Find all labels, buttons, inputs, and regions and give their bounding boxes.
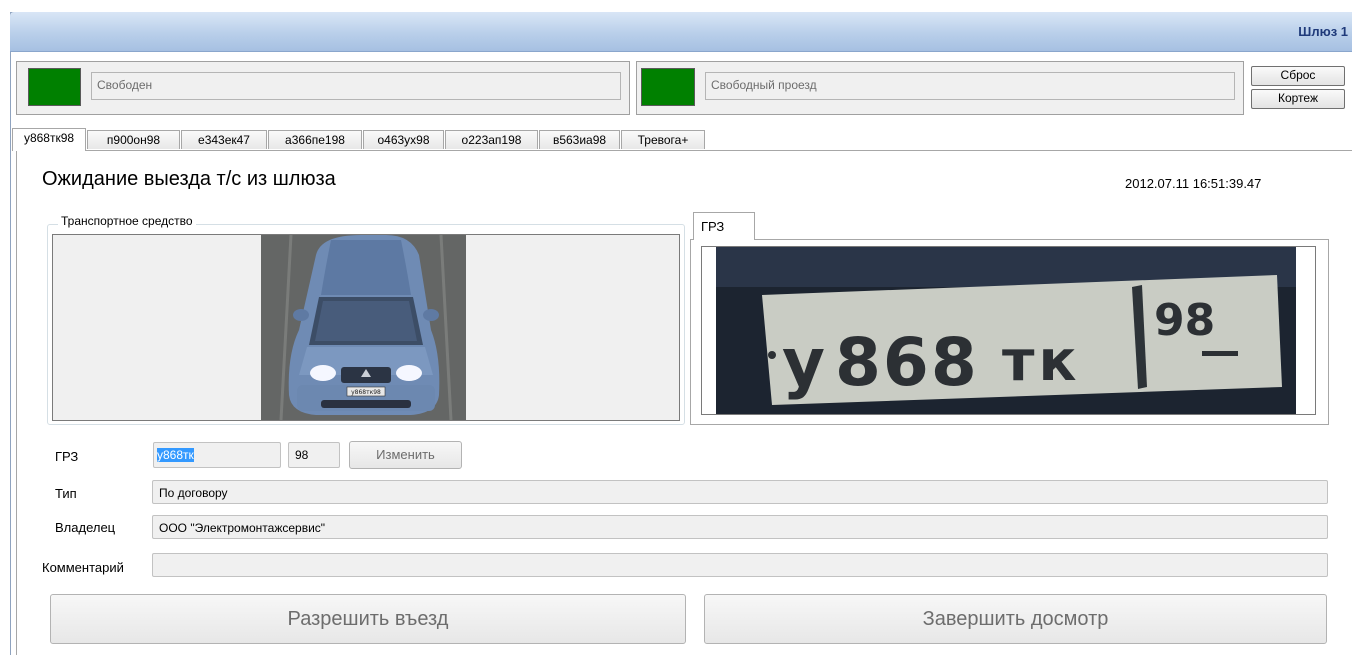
finish-inspection-button[interactable]: Завершить досмотр (704, 594, 1327, 644)
region-input[interactable]: 98 (288, 442, 340, 468)
type-field: По договору (152, 480, 1328, 504)
tab-vehicle-4[interactable]: а366пе198 (268, 130, 362, 149)
tab-vehicle-1[interactable]: у868тк98 (12, 128, 86, 151)
plate-photo: у 868 тк 98 (702, 247, 1315, 414)
reset-button[interactable]: Сброс (1251, 66, 1345, 86)
tab-vehicle-6[interactable]: о223ап198 (445, 130, 538, 149)
timestamp: 2012.07.11 16:51:39.47 (1125, 176, 1262, 191)
plate-tab[interactable]: ГРЗ (693, 212, 755, 240)
car-plate-text: у868тк98 (351, 389, 381, 396)
comment-label: Комментарий (42, 560, 124, 575)
status-indicator-right (641, 68, 695, 106)
status-indicator-left (28, 68, 81, 106)
plate-digits: 868 (835, 324, 979, 401)
plate-letters: тк (1002, 329, 1080, 394)
vehicle-photo: у868тк98 (261, 235, 466, 420)
tab-vehicle-2[interactable]: п900он98 (87, 130, 180, 149)
grz-input-value: у868тк (157, 448, 194, 462)
window-title: Шлюз 1 (1298, 24, 1348, 39)
plate-image-frame: у 868 тк 98 (701, 246, 1316, 415)
type-label: Тип (55, 486, 77, 501)
cortege-button[interactable]: Кортеж (1251, 89, 1345, 109)
status-field-left: Свободен (91, 72, 621, 100)
comment-field[interactable] (152, 553, 1328, 577)
title-bar: Шлюз 1 (10, 12, 1352, 52)
plate-region: 98 (1154, 295, 1215, 346)
tab-vehicle-3[interactable]: е343ек47 (181, 130, 267, 149)
grz-input[interactable]: у868тк (153, 442, 281, 468)
grz-label: ГРЗ (55, 449, 79, 464)
status-field-right: Свободный проезд (705, 72, 1235, 100)
owner-label: Владелец (55, 520, 116, 535)
tab-vehicle-7[interactable]: в563иа98 (539, 130, 620, 149)
page-title: Ожидание выезда т/с из шлюза (42, 168, 336, 190)
tab-vehicle-5[interactable]: о463ух98 (363, 130, 444, 149)
owner-field: ООО "Электромонтажсервис" (152, 515, 1328, 539)
allow-entry-button[interactable]: Разрешить въезд (50, 594, 686, 644)
change-button[interactable]: Изменить (349, 441, 462, 469)
plate-letter1: у (782, 324, 825, 401)
tab-alarm[interactable]: Тревога+ (621, 130, 705, 149)
vehicle-group-label: Транспортное средство (58, 214, 196, 228)
